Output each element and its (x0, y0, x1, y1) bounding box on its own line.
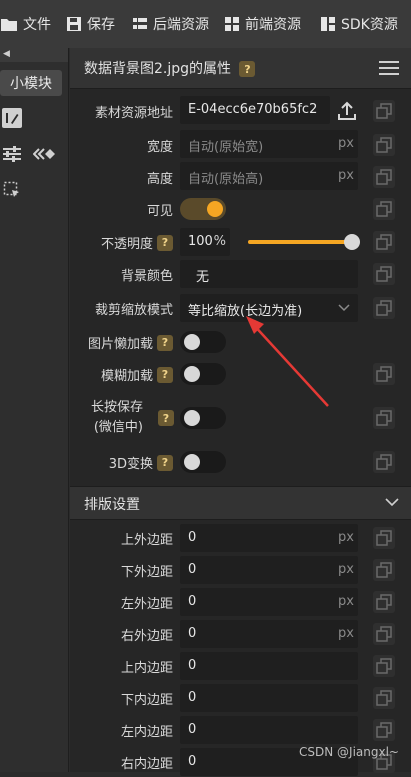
small-module-label: 小模块 (10, 76, 52, 92)
frontend-resources-button[interactable]: 前端资源 (224, 0, 301, 48)
double-chevron-diamond-icon (33, 148, 55, 160)
save-label: 保存 (87, 17, 115, 33)
watermark: CSDN @Jiangxl~ (299, 745, 399, 759)
frontend-resources-label: 前端资源 (245, 17, 301, 33)
save-button[interactable]: 保存 (66, 0, 115, 48)
edit-icon (6, 113, 19, 124)
top-toolbar: 文件 保存 后端资源 前端资源 SDK资源 (0, 0, 411, 48)
backend-resources-label: 后端资源 (153, 17, 209, 33)
save-icon (67, 17, 81, 31)
sliders-tool-button[interactable] (2, 144, 22, 164)
sdk-icon (321, 17, 335, 31)
list-icon (133, 18, 147, 29)
select-region-icon (3, 181, 19, 197)
annotation-arrow-head (246, 316, 264, 334)
expand-tool-button[interactable] (32, 144, 58, 164)
sliders-icon (3, 146, 21, 162)
left-panel: ◀ 小模块 (0, 48, 69, 772)
edit-tool-button[interactable] (2, 108, 22, 128)
small-module-tab[interactable]: 小模块 (0, 70, 62, 96)
collapse-left-icon[interactable]: ◀ (3, 49, 10, 59)
properties-panel: 数据背景图2.jpg的属性 ? 素材资源地址 E-04ecc6e70b65fc2… (70, 48, 411, 776)
collapse-bar[interactable]: ◀ (0, 48, 68, 62)
file-menu-button[interactable]: 文件 (0, 0, 51, 48)
annotation-arrow (246, 316, 329, 407)
folder-icon (1, 19, 17, 31)
sdk-resources-label: SDK资源 (341, 17, 398, 33)
backend-resources-button[interactable]: 后端资源 (132, 0, 209, 48)
sdk-resources-button[interactable]: SDK资源 (320, 0, 398, 48)
annotation-arrow-shaft (250, 321, 329, 407)
file-menu-label: 文件 (23, 17, 51, 33)
grid-icon (225, 17, 239, 31)
select-tool-button[interactable] (2, 180, 22, 200)
